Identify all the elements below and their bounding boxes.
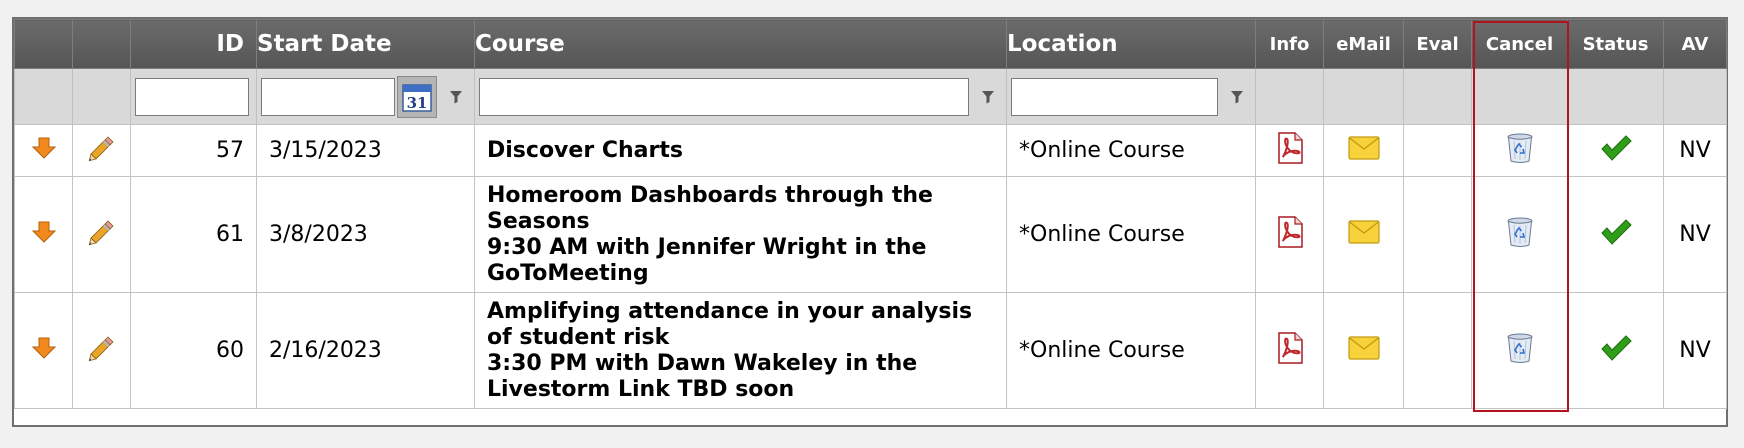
funnel-icon[interactable] <box>449 89 463 105</box>
id-cell: 60 <box>130 292 257 409</box>
id-cell: 57 <box>130 124 257 177</box>
arrow-down-icon[interactable] <box>31 221 57 250</box>
checkmark-icon <box>1599 218 1633 253</box>
eval-cell <box>1403 292 1472 409</box>
course-text-line: Discover Charts <box>487 137 683 163</box>
table-row: 60 2/16/2023 Amplifying attendance in yo… <box>14 292 1727 409</box>
header-id[interactable]: ID <box>130 19 257 69</box>
eval-cell <box>1403 124 1472 177</box>
id-cell: 61 <box>130 176 257 293</box>
av-cell: NV <box>1663 124 1727 177</box>
start-date-filter-input[interactable] <box>261 77 395 116</box>
header-email: eMail <box>1323 19 1404 69</box>
course-filter-input[interactable] <box>479 77 969 116</box>
envelope-icon[interactable] <box>1347 135 1381 168</box>
course-text-line: 9:30 AM with Jennifer Wright in the <box>487 234 927 260</box>
header-info: Info <box>1255 19 1324 69</box>
course-text-line: Livestorm Link TBD soon <box>487 376 795 402</box>
location-cell: *Online Course <box>1006 292 1256 409</box>
eval-cell <box>1403 176 1472 293</box>
filter-row: 31 <box>14 68 1727 125</box>
start-date-cell: 3/8/2023 <box>256 176 475 293</box>
table-row: 61 3/8/2023 Homeroom Dashboards through … <box>14 176 1727 293</box>
header-eval: Eval <box>1403 19 1472 69</box>
envelope-icon[interactable] <box>1347 219 1381 252</box>
header-course[interactable]: Course <box>474 19 1007 69</box>
checkmark-icon <box>1599 334 1633 369</box>
pdf-icon[interactable] <box>1273 131 1307 171</box>
recycle-bin-icon[interactable] <box>1505 217 1535 254</box>
checkmark-icon <box>1599 134 1633 169</box>
recycle-bin-icon[interactable] <box>1505 133 1535 170</box>
table-row: 57 3/15/2023 Discover Charts *Online Cou… <box>14 124 1727 177</box>
header-cancel: Cancel <box>1471 19 1568 69</box>
course-text-line: Seasons <box>487 208 590 234</box>
pencil-icon[interactable] <box>87 335 117 368</box>
header-av: AV <box>1663 19 1727 69</box>
av-cell: NV <box>1663 176 1727 293</box>
course-text-line: Homeroom Dashboards through the <box>487 182 933 208</box>
location-cell: *Online Course <box>1006 124 1256 177</box>
location-filter-input[interactable] <box>1011 77 1218 116</box>
arrow-down-icon[interactable] <box>31 137 57 166</box>
course-text-line: of student risk <box>487 324 670 350</box>
envelope-icon[interactable] <box>1347 335 1381 368</box>
arrow-down-icon[interactable] <box>31 337 57 366</box>
pdf-icon[interactable] <box>1273 331 1307 371</box>
recycle-bin-icon[interactable] <box>1505 333 1535 370</box>
pencil-icon[interactable] <box>87 219 117 252</box>
course-cell: Amplifying attendance in your analysis of… <box>474 292 1007 409</box>
start-date-cell: 3/15/2023 <box>256 124 475 177</box>
calendar-icon[interactable]: 31 <box>397 75 437 118</box>
pdf-icon[interactable] <box>1273 215 1307 255</box>
course-text-line: GoToMeeting <box>487 260 649 286</box>
header-start-date[interactable]: Start Date <box>256 19 475 69</box>
id-filter-input[interactable] <box>135 77 249 116</box>
funnel-icon[interactable] <box>1230 89 1244 105</box>
header-row: ID Start Date Course Location Info eMail… <box>14 19 1727 69</box>
course-cell: Discover Charts <box>474 124 1007 177</box>
location-cell: *Online Course <box>1006 176 1256 293</box>
header-edit <box>72 19 131 69</box>
funnel-icon[interactable] <box>981 89 995 105</box>
course-cell: Homeroom Dashboards through the Seasons 9:… <box>474 176 1007 293</box>
course-text-line: 3:30 PM with Dawn Wakeley in the <box>487 350 918 376</box>
start-date-cell: 2/16/2023 <box>256 292 475 409</box>
events-table: ID Start Date Course Location Info eMail… <box>14 19 1727 409</box>
events-grid: ID Start Date Course Location Info eMail… <box>12 17 1728 427</box>
header-location[interactable]: Location <box>1006 19 1256 69</box>
av-cell: NV <box>1663 292 1727 409</box>
calendar-day-label: 31 <box>407 94 428 112</box>
course-text-line: Amplifying attendance in your analysis <box>487 298 973 324</box>
header-status: Status <box>1567 19 1664 69</box>
pencil-icon[interactable] <box>87 135 117 168</box>
header-move <box>14 19 73 69</box>
